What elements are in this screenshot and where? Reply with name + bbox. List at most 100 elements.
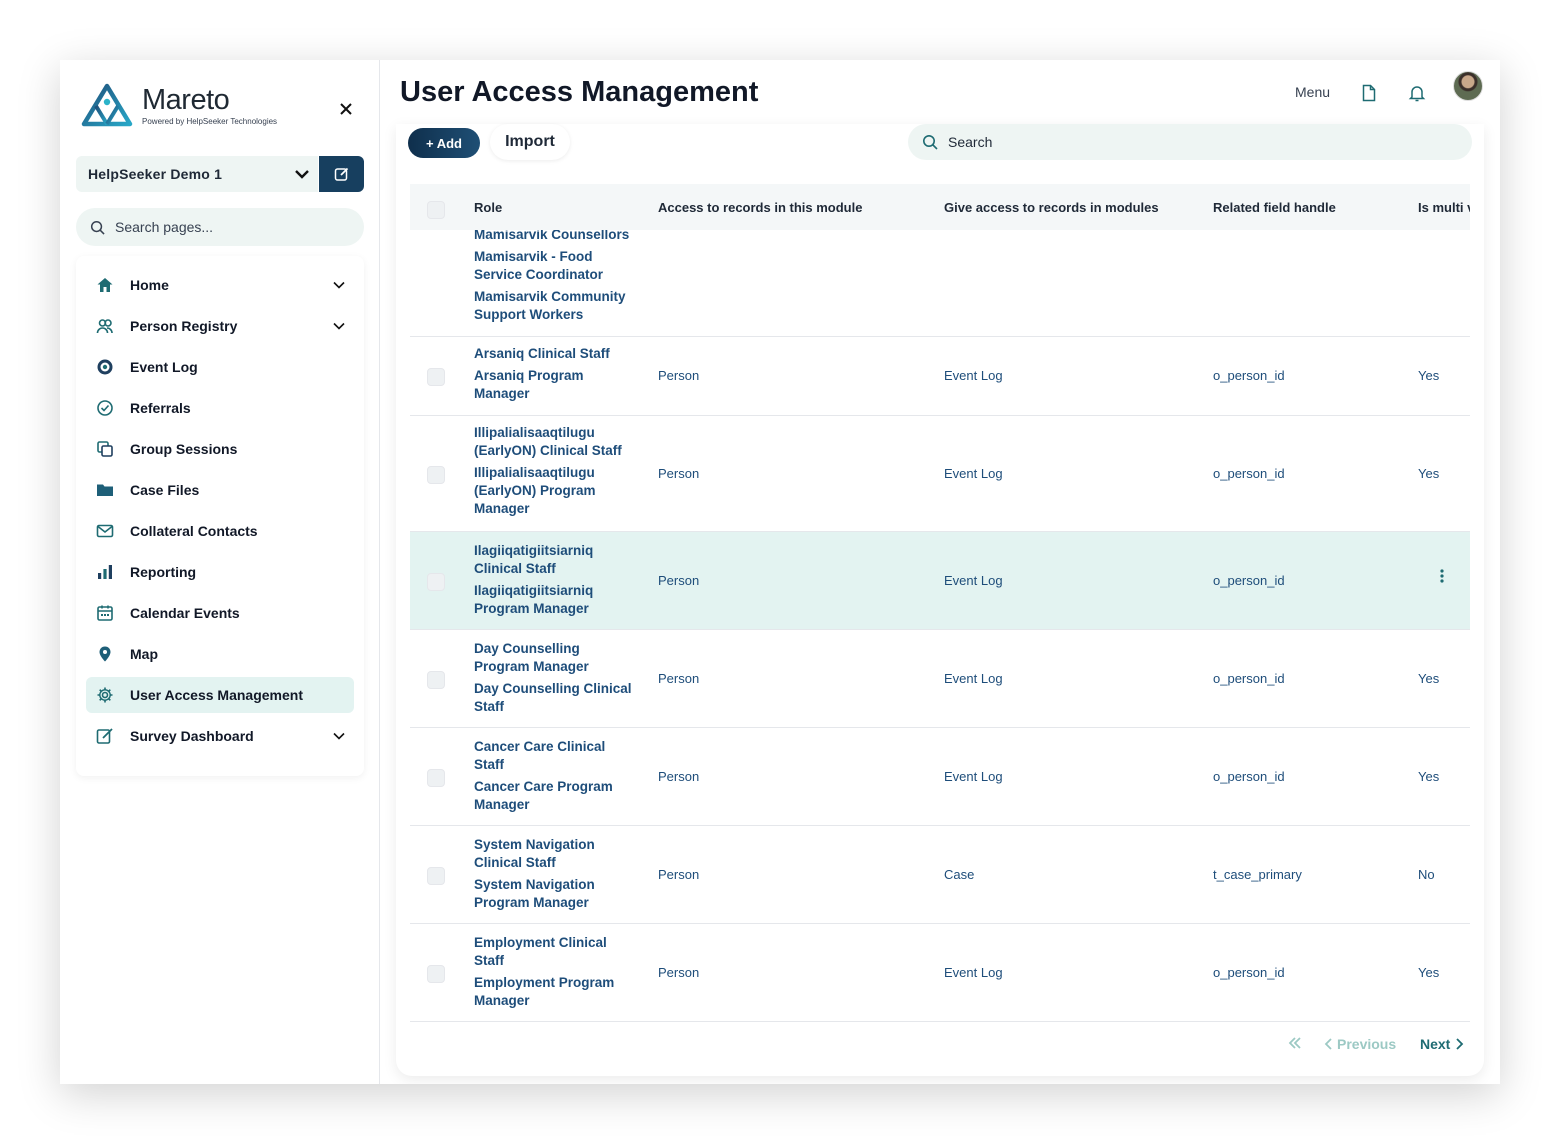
give-access-cell: Event Log — [944, 769, 1003, 784]
is-multi-cell: Yes — [1418, 965, 1440, 980]
table-row[interactable]: System Navigation Clinical Staff System … — [410, 826, 1470, 924]
give-access-cell: Event Log — [944, 671, 1003, 686]
role-link[interactable]: Ilagiiqatigiitsiarniq Program Manager — [474, 582, 639, 618]
sidebar-item-person-registry[interactable]: Person Registry — [86, 308, 354, 344]
row-actions-button[interactable] — [1440, 569, 1444, 588]
role-link[interactable]: Cancer Care Clinical Staff — [474, 738, 639, 774]
select-all-checkbox[interactable] — [427, 201, 445, 219]
chevron-down-icon[interactable] — [332, 729, 346, 743]
role-link[interactable]: System Navigation Clinical Staff — [474, 836, 639, 872]
role-link[interactable]: Day Counselling Clinical Staff — [474, 680, 639, 716]
document-button[interactable] — [1361, 84, 1377, 107]
role-link[interactable]: Illipalialisaaqtilugu (EarlyON) Clinical… — [474, 424, 639, 460]
column-header-give-access[interactable]: Give access to records in modules — [944, 200, 1159, 215]
import-button[interactable]: Import — [490, 124, 570, 160]
role-link[interactable]: Mamisarvik Community Support Workers — [474, 288, 639, 324]
role-link[interactable]: Day Counselling Program Manager — [474, 640, 639, 676]
chevron-down-icon — [295, 170, 309, 179]
role-link[interactable]: Ilagiiqatigiitsiarniq Clinical Staff — [474, 542, 639, 578]
table-row[interactable]: Arsaniq Clinical Staff Arsaniq Program M… — [410, 337, 1470, 416]
row-checkbox[interactable] — [427, 466, 445, 484]
access-cell: Person — [658, 769, 700, 784]
field-handle-cell: o_person_id — [1213, 965, 1285, 980]
sidebar-item-survey-dashboard[interactable]: Survey Dashboard — [86, 718, 354, 754]
first-page-button[interactable] — [1288, 1036, 1302, 1053]
is-multi-cell: Yes — [1418, 671, 1440, 686]
settings-icon — [96, 686, 114, 704]
main-card: + Add Import Search Role Access to recor… — [396, 124, 1484, 1076]
previous-page-button[interactable]: Previous — [1324, 1036, 1396, 1052]
role-link[interactable]: Mamisarvik - Food Service Coordinator — [474, 248, 639, 284]
next-page-button[interactable]: Next — [1420, 1036, 1464, 1052]
table-row[interactable]: Illipalialisaaqtilugu (EarlyON) Clinical… — [410, 416, 1470, 532]
sidebar-item-group-sessions[interactable]: Group Sessions — [86, 431, 354, 467]
target-icon — [96, 358, 114, 376]
chevron-down-icon[interactable] — [332, 319, 346, 333]
sidebar-item-case-files[interactable]: Case Files — [86, 472, 354, 508]
table-row[interactable]: Cancer Care Clinical Staff Cancer Care P… — [410, 728, 1470, 826]
access-cell: Person — [658, 867, 700, 882]
sidebar-item-user-access-management[interactable]: User Access Management — [86, 677, 354, 713]
sidebar-item-map[interactable]: Map — [86, 636, 354, 672]
check-circle-icon — [96, 399, 114, 417]
sidebar-item-referrals[interactable]: Referrals — [86, 390, 354, 426]
role-list: Employment Clinical Staff Employment Pro… — [474, 934, 639, 1014]
menu-button[interactable]: Menu — [1295, 84, 1330, 100]
access-cell: Person — [658, 368, 700, 383]
table-row[interactable]: Day Counselling Program Manager Day Coun… — [410, 630, 1470, 728]
role-link[interactable]: Employment Clinical Staff — [474, 934, 639, 970]
row-checkbox[interactable] — [427, 573, 445, 591]
search-pages-input[interactable]: Search pages... — [76, 208, 364, 246]
bar-chart-icon — [96, 563, 114, 581]
search-input[interactable]: Search — [908, 124, 1472, 160]
copy-icon — [96, 440, 114, 458]
next-label: Next — [1420, 1036, 1451, 1052]
role-link[interactable]: Arsaniq Program Manager — [474, 367, 639, 403]
column-header-field-handle[interactable]: Related field handle — [1213, 200, 1336, 215]
row-checkbox[interactable] — [427, 671, 445, 689]
table-row[interactable]: Employment Clinical Staff Employment Pro… — [410, 924, 1470, 1022]
role-link[interactable]: System Navigation Program Manager — [474, 876, 639, 912]
role-link[interactable]: Arsaniq Clinical Staff — [474, 345, 639, 363]
sidebar-item-label: Home — [130, 277, 169, 293]
access-cell: Person — [658, 671, 700, 686]
chevron-left-icon — [1324, 1038, 1332, 1050]
sidebar-item-label: Case Files — [130, 482, 200, 498]
edit-org-button[interactable] — [319, 156, 364, 192]
is-multi-cell: No — [1418, 867, 1435, 882]
edit-icon — [96, 727, 114, 745]
chevron-right-icon — [1456, 1038, 1464, 1050]
column-header-role[interactable]: Role — [474, 200, 502, 215]
org-select[interactable]: HelpSeeker Demo 1 — [76, 156, 318, 192]
role-list: Illipalialisaaqtilugu (EarlyON) Clinical… — [474, 424, 639, 522]
previous-label: Previous — [1337, 1036, 1397, 1052]
sidebar-item-reporting[interactable]: Reporting — [86, 554, 354, 590]
role-link[interactable]: Cancer Care Program Manager — [474, 778, 639, 814]
chevron-down-icon[interactable] — [332, 278, 346, 292]
row-checkbox[interactable] — [427, 867, 445, 885]
column-header-access[interactable]: Access to records in this module — [658, 200, 862, 215]
row-checkbox[interactable] — [427, 769, 445, 787]
give-access-cell: Event Log — [944, 368, 1003, 383]
notifications-button[interactable] — [1408, 84, 1426, 107]
brand-logo: Mareto Powered by HelpSeeker Technologie… — [80, 82, 277, 130]
sidebar-item-event-log[interactable]: Event Log — [86, 349, 354, 385]
page-title: User Access Management — [400, 76, 759, 108]
close-sidebar-button[interactable] — [340, 98, 352, 121]
field-handle-cell: o_person_id — [1213, 769, 1285, 784]
avatar[interactable] — [1453, 71, 1483, 101]
table-row[interactable]: Ilagiiqatigiitsiarniq Clinical Staff Ila… — [410, 532, 1470, 630]
row-checkbox[interactable] — [427, 368, 445, 386]
sidebar-item-home[interactable]: Home — [86, 267, 354, 303]
sidebar-item-label: Person Registry — [130, 318, 238, 334]
sidebar-item-calendar-events[interactable]: Calendar Events — [86, 595, 354, 631]
row-checkbox[interactable] — [427, 965, 445, 983]
column-header-is-multi[interactable]: Is multi v — [1418, 200, 1470, 215]
role-link[interactable]: Employment Program Manager — [474, 974, 639, 1010]
sidebar-item-collateral-contacts[interactable]: Collateral Contacts — [86, 513, 354, 549]
add-button[interactable]: + Add — [408, 128, 480, 158]
close-icon — [340, 103, 352, 115]
role-link[interactable]: Illipalialisaaqtilugu (EarlyON) Program … — [474, 464, 639, 518]
mareto-logo-icon — [81, 83, 133, 127]
role-list: System Navigation Clinical Staff System … — [474, 836, 639, 916]
